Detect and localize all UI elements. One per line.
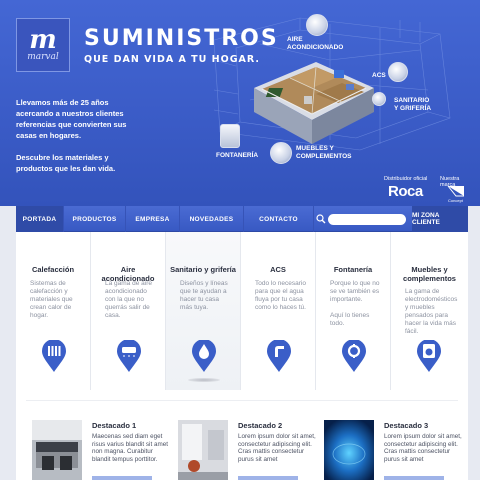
- category-title: ACS: [270, 265, 286, 274]
- hero-label-sanitario[interactable]: SANITARIO Y GRIFERÍA: [394, 97, 431, 113]
- roca-logo[interactable]: Roca: [388, 183, 423, 200]
- category-title: Muebles y complementos: [403, 265, 456, 283]
- boiler-thumb-icon[interactable]: [388, 62, 408, 82]
- featured-image-3[interactable]: [324, 420, 374, 480]
- distributor-label: Distribuidor oficial: [384, 176, 428, 182]
- hero-label-aire[interactable]: AIRE ACONDICIONADO: [287, 36, 343, 52]
- pipe-fitting-icon: [342, 340, 366, 372]
- featured-image-2[interactable]: [178, 420, 228, 480]
- hero-label-acs[interactable]: ACS: [372, 72, 386, 80]
- radiator-icon: [42, 340, 66, 372]
- category-calefaccion[interactable]: Calefacción Sistemas de calefacción y ma…: [16, 232, 91, 390]
- category-desc: La gama de electrodomésticos y muebles p…: [405, 288, 458, 335]
- logo-text: marval: [27, 52, 59, 62]
- brand-subtitle: QUE DAN VIDA A TU HOGAR.: [84, 54, 260, 65]
- featured-more-button[interactable]: [92, 476, 152, 480]
- nav-productos[interactable]: PRODUCTOS: [64, 206, 126, 232]
- featured-text: Maecenas sed diam eget risus varius blan…: [92, 433, 168, 463]
- logo-mark: m: [29, 25, 57, 55]
- featured-title: Destacado 2: [238, 421, 283, 430]
- nav-portada[interactable]: PORTADA: [16, 206, 64, 232]
- category-acs[interactable]: ACS Todo lo necesario para que el agua f…: [241, 232, 316, 390]
- search-icon[interactable]: [316, 214, 326, 224]
- hero-banner: m marval SUMINISTROS QUE DAN VIDA A TU H…: [0, 0, 480, 206]
- main-nav: PORTADA PRODUCTOS EMPRESA NOVEDADES CONT…: [16, 206, 468, 232]
- air-conditioner-thumb-icon[interactable]: [306, 14, 328, 36]
- featured-card-3[interactable]: Destacado 3 Lorem ipsum dolor sit amet, …: [324, 406, 470, 480]
- pipes-thumb-icon[interactable]: [220, 124, 240, 148]
- category-desc: Diseños y líneas que te ayudan a hacer t…: [180, 280, 228, 311]
- category-title: Fontanería: [333, 265, 373, 274]
- section-divider: [26, 400, 458, 401]
- pin-shadow: [188, 378, 220, 382]
- featured-text: Lorem ipsum dolor sit amet, consectetur …: [238, 433, 316, 463]
- category-aire[interactable]: Aire acondicionado La gama de aire acond…: [91, 232, 166, 390]
- featured-more-button[interactable]: [238, 476, 298, 480]
- search-input[interactable]: [328, 214, 406, 225]
- category-desc: Porque lo que no se ve también es import…: [330, 280, 380, 327]
- featured-text: Lorem ipsum dolor sit amet, consectetur …: [384, 433, 462, 463]
- faucet-icon: [267, 340, 291, 372]
- concept-logo-icon[interactable]: [446, 184, 466, 198]
- featured-more-button[interactable]: [384, 476, 444, 480]
- category-muebles[interactable]: Muebles y complementos La gama de electr…: [391, 232, 468, 390]
- intro-text: Llevamos más de 25 años acercando a nues…: [16, 98, 127, 140]
- category-desc: La gama de aire acondicionado con la que…: [105, 280, 152, 319]
- air-conditioner-icon: [117, 340, 141, 372]
- category-fontaneria[interactable]: Fontanería Porque lo que no se ve tambié…: [316, 232, 391, 390]
- house-3d-illustration[interactable]: [246, 58, 376, 148]
- main-content: Calefacción Sistemas de calefacción y ma…: [16, 232, 468, 480]
- client-zone-button[interactable]: MI ZONA CLIENTE: [412, 206, 468, 232]
- water-drop-icon: [192, 340, 216, 372]
- category-sanitario[interactable]: Sanitario y grifería Diseños y líneas qu…: [166, 232, 241, 390]
- featured-card-2[interactable]: Destacado 2 Lorem ipsum dolor sit amet, …: [178, 406, 324, 480]
- nav-novedades[interactable]: NOVEDADES: [180, 206, 244, 232]
- hero-label-muebles[interactable]: MUEBLES Y COMPLEMENTOS: [296, 145, 352, 161]
- furniture-thumb-icon[interactable]: [270, 142, 292, 164]
- featured-image-1[interactable]: [32, 420, 82, 480]
- concept-label: Concept: [448, 198, 463, 203]
- intro-text-2: Descubre los materiales y productos que …: [16, 153, 116, 173]
- sink-thumb-icon[interactable]: [372, 92, 386, 106]
- washing-machine-icon: [417, 340, 441, 372]
- nav-empresa[interactable]: EMPRESA: [126, 206, 180, 232]
- featured-card-1[interactable]: Destacado 1 Maecenas sed diam eget risus…: [32, 406, 178, 480]
- featured-title: Destacado 1: [92, 421, 137, 430]
- featured-title: Destacado 3: [384, 421, 429, 430]
- category-desc: Todo lo necesario para que el agua fluya…: [255, 280, 306, 311]
- category-title: Calefacción: [31, 265, 75, 274]
- category-title: Sanitario y grifería: [170, 265, 236, 274]
- hero-label-fontaneria[interactable]: FONTANERÍA: [216, 152, 258, 160]
- category-desc: Sistemas de calefacción y materiales que…: [30, 280, 73, 319]
- nav-contacto[interactable]: CONTACTO: [244, 206, 314, 232]
- marval-logo[interactable]: m marval: [16, 18, 70, 72]
- brand-title: SUMINISTROS: [84, 26, 279, 51]
